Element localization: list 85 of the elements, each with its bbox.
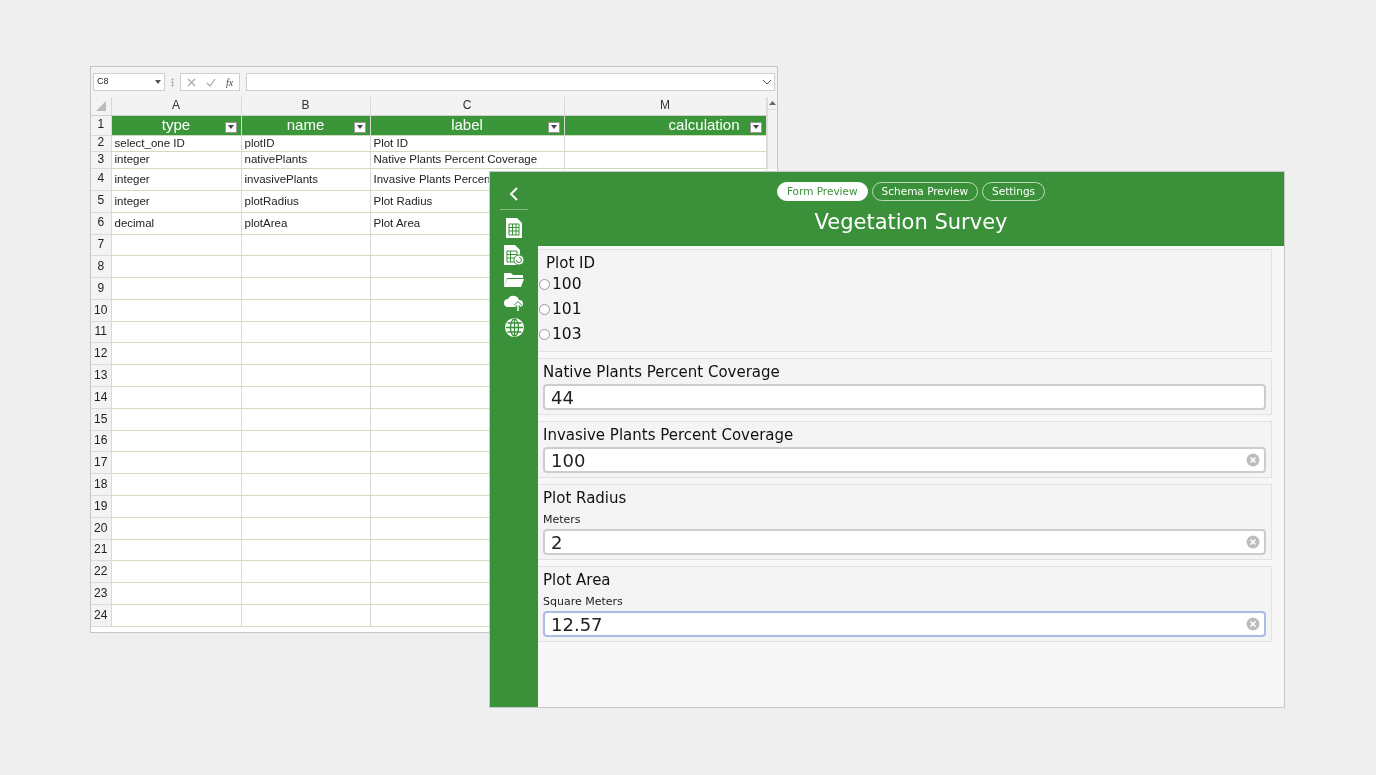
row-number[interactable]: 16 (91, 430, 111, 452)
radio-button[interactable] (539, 279, 550, 290)
row-number[interactable]: 18 (91, 473, 111, 496)
filter-button[interactable] (224, 121, 237, 133)
table-cell: nativePlants (241, 151, 370, 168)
row-number[interactable]: 12 (91, 343, 111, 365)
table-cell: integer (111, 190, 241, 212)
input-field[interactable]: 100 (543, 447, 1266, 473)
field-label: Plot Radius (543, 489, 628, 507)
caret-icon (550, 125, 557, 129)
table-cell: integer (111, 168, 241, 190)
row-number[interactable]: 14 (91, 386, 111, 409)
folder-icon[interactable] (503, 271, 525, 288)
field-label: Plot Area (543, 571, 612, 590)
caret-icon (356, 125, 363, 129)
table-cell: plotRadius (241, 190, 370, 212)
row-number[interactable]: 15 (91, 408, 111, 431)
row-number[interactable]: 10 (91, 299, 111, 322)
globe-icon[interactable] (503, 317, 525, 338)
row-number[interactable]: 17 (91, 451, 111, 474)
scroll-up-icon[interactable] (768, 101, 776, 105)
table-cell: Plot ID (370, 135, 564, 151)
table-cell: decimal (111, 212, 241, 234)
formula-field[interactable] (246, 73, 775, 91)
row-number[interactable]: 7 (91, 234, 111, 256)
back-icon[interactable] (508, 186, 520, 202)
filter-button[interactable] (353, 121, 366, 133)
input-field[interactable]: 44 (543, 384, 1266, 410)
table-cell: select_one ID (111, 135, 241, 151)
row-number[interactable]: 19 (91, 495, 111, 518)
expand-icon[interactable] (763, 79, 771, 85)
column-header[interactable]: C (370, 97, 564, 115)
input-field[interactable]: 12.57 (543, 611, 1266, 638)
option-label[interactable]: 103 (552, 322, 582, 347)
insert-function-button[interactable]: fx (226, 74, 234, 90)
more-icon (171, 77, 174, 87)
field-label: Plot ID (546, 254, 596, 272)
caret-icon (752, 125, 759, 129)
dropdown-icon (155, 80, 161, 84)
row-number[interactable]: 4 (91, 168, 111, 190)
form-title: Vegetation Survey (814, 209, 1008, 236)
cancel-icon[interactable] (187, 77, 196, 87)
filter-button[interactable] (547, 121, 560, 133)
field-hint: Meters (543, 513, 582, 527)
row-number[interactable]: 23 (91, 582, 111, 605)
name-box[interactable]: C8 (93, 73, 165, 91)
row-number[interactable]: 11 (91, 321, 111, 343)
column-header[interactable]: A (111, 97, 241, 115)
option-label[interactable]: 100 (552, 272, 582, 297)
row-number[interactable]: 20 (91, 517, 111, 540)
tab[interactable]: Form Preview (776, 182, 868, 201)
header-cell: name (286, 115, 325, 133)
spreadsheet-icon[interactable] (505, 217, 523, 239)
row-number[interactable]: 6 (91, 212, 111, 234)
column-header[interactable]: B (241, 97, 370, 115)
cloud-upload-icon[interactable] (503, 293, 525, 312)
option-label[interactable]: 101 (552, 297, 582, 322)
row-number[interactable]: 24 (91, 604, 111, 627)
scrollbar[interactable] (766, 97, 777, 169)
caret-icon (227, 125, 234, 129)
check-icon[interactable] (206, 77, 216, 87)
field-label: Invasive Plants Percent Coverage (543, 426, 795, 444)
table-cell: integer (111, 151, 241, 168)
row-number[interactable]: 5 (91, 190, 111, 212)
table-cell: invasivePlants (241, 168, 370, 190)
input-field[interactable]: 2 (543, 529, 1266, 556)
field-hint: Square Meters (543, 595, 624, 609)
header-cell: type (161, 115, 191, 133)
row-number[interactable]: 8 (91, 255, 111, 278)
table-cell: plotArea (241, 212, 370, 234)
row-number[interactable]: 21 (91, 539, 111, 561)
header-cell: calculation (668, 115, 740, 133)
row-number[interactable]: 1 (91, 115, 111, 135)
header-cell: label (451, 115, 483, 133)
radio-button[interactable] (539, 329, 550, 340)
spreadsheet-refresh-icon[interactable] (503, 244, 525, 266)
row-number[interactable]: 13 (91, 364, 111, 387)
radio-button[interactable] (539, 304, 550, 315)
table-cell: plotID (241, 135, 370, 151)
table-cell: Native Plants Percent Coverage (370, 151, 564, 168)
filter-button[interactable] (749, 121, 762, 133)
column-header[interactable]: M (564, 97, 766, 115)
row-number[interactable]: 22 (91, 560, 111, 583)
row-number[interactable]: 9 (91, 277, 111, 300)
field-label: Native Plants Percent Coverage (543, 363, 781, 381)
